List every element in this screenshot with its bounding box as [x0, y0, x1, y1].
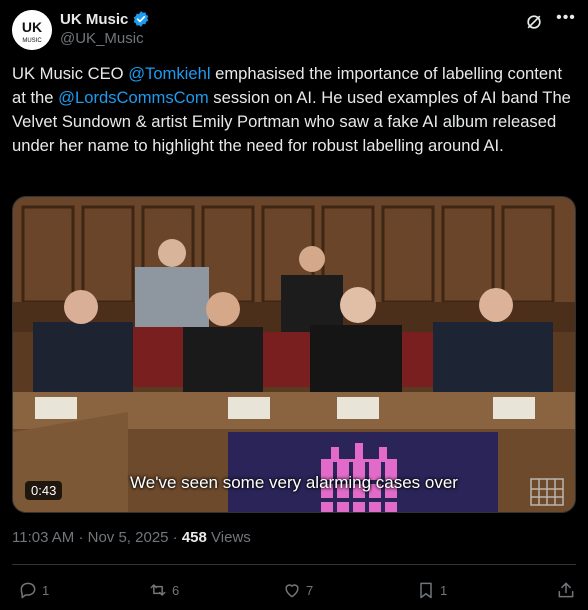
- svg-text:UK: UK: [22, 19, 42, 35]
- account-name[interactable]: UK Music: [60, 11, 128, 28]
- reply-count: 1: [42, 582, 50, 598]
- tweet-meta: 11:03 AM · Nov 5, 2025 · 458 Views: [12, 529, 251, 546]
- reply-icon: [20, 582, 36, 599]
- repost-icon: [150, 584, 166, 596]
- video-frame: [13, 197, 575, 512]
- video-caption: We've seen some very alarming cases over: [130, 473, 458, 492]
- bookmark-count: 1: [440, 582, 448, 598]
- repost-button[interactable]: 6: [148, 580, 179, 600]
- like-count: 7: [306, 582, 314, 598]
- tweet-header: UK MUSIC UK Music @UK_Music •••: [12, 8, 576, 50]
- avatar[interactable]: UK MUSIC: [12, 10, 52, 50]
- meta-separator: ·: [172, 529, 182, 546]
- tweet-text-segment: UK Music CEO: [12, 64, 129, 83]
- tweet-date[interactable]: Nov 5, 2025: [88, 529, 169, 546]
- video-duration: 0:43: [25, 481, 63, 500]
- share-button[interactable]: [556, 580, 576, 600]
- bookmark-button[interactable]: 1: [416, 580, 447, 600]
- uk-music-logo: UK MUSIC: [12, 10, 52, 50]
- account-handle[interactable]: @UK_Music: [60, 30, 144, 47]
- mention-link[interactable]: @LordsCommsCom: [58, 88, 209, 107]
- views-count: 458: [181, 529, 207, 546]
- mention-link[interactable]: @Tomkiehl: [128, 64, 210, 83]
- action-bar: 1 6 7 1: [12, 580, 576, 602]
- bookmark-icon: [420, 582, 432, 599]
- tweet-time[interactable]: 11:03 AM: [12, 529, 74, 546]
- more-icon[interactable]: •••: [556, 10, 576, 30]
- reply-button[interactable]: 1: [18, 580, 49, 600]
- like-button[interactable]: 7: [282, 580, 313, 600]
- divider: [12, 564, 576, 565]
- share-icon: [558, 582, 574, 598]
- svg-text:MUSIC: MUSIC: [22, 38, 42, 44]
- video-player[interactable]: We've seen some very alarming cases over…: [12, 196, 576, 513]
- verified-badge-icon: [134, 11, 149, 27]
- grok-icon[interactable]: [524, 12, 544, 32]
- repost-count: 6: [172, 582, 180, 598]
- like-icon: [285, 584, 299, 598]
- meta-separator: ·: [78, 529, 88, 546]
- tweet-text: UK Music CEO @Tomkiehl emphasised the im…: [12, 62, 578, 158]
- views-label: Views: [211, 529, 251, 546]
